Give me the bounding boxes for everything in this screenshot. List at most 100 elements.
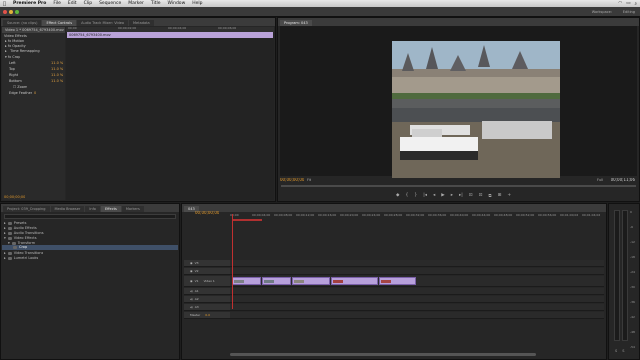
crop-zoom-checkbox[interactable]: ☐ Zoom — [13, 85, 27, 89]
menu-file[interactable]: File — [53, 1, 61, 6]
eye-icon[interactable]: ◉ — [190, 261, 193, 265]
track-v3[interactable]: ◉ V3 — [184, 260, 604, 267]
crop-top-value[interactable]: 11.0 % — [51, 67, 63, 71]
resolution-select[interactable]: Full — [597, 178, 603, 182]
playhead[interactable] — [232, 214, 233, 309]
track-header-v3: ◉ V3 — [184, 260, 230, 266]
menu-window[interactable]: Window — [168, 1, 186, 6]
timeline-ruler-label: 00;00;12;00 — [296, 213, 315, 217]
add-marker-button[interactable]: ◆ — [396, 193, 399, 199]
tab-audio-mixer[interactable]: Audio Track Mixer: Video — [77, 20, 129, 26]
menu-clip[interactable]: Clip — [84, 1, 93, 6]
effect-controls-timecode[interactable]: 00;00;00;00 — [4, 195, 25, 199]
zoom-level-select[interactable]: Fit — [307, 178, 311, 182]
close-window-button[interactable] — [3, 10, 7, 14]
folder-video-effects[interactable]: ▾ Video Effects — [4, 236, 37, 240]
export-frame-button[interactable]: ⧉ — [488, 193, 491, 199]
track-a1[interactable]: ◂) A1 — [184, 288, 604, 295]
folder-audio-effects[interactable]: ▸ Audio Effects — [4, 226, 37, 230]
track-a2[interactable]: ◂) A2 — [184, 296, 604, 303]
crop-bottom-value[interactable]: 11.0 % — [51, 79, 63, 83]
timeline-ruler-label: 00;00;32;00 — [406, 213, 425, 217]
effect-crop[interactable]: ▾ fx Crop — [5, 55, 20, 59]
timeline-ruler[interactable]: 00;00 00;00;04;00 00;00;08;00 00;00;12;00 00… — [230, 213, 604, 219]
ruler-label: 00;00;02;00 — [118, 27, 137, 30]
tab-metadata[interactable]: Metadata — [129, 20, 154, 26]
track-v2[interactable]: ◉ V2 — [184, 268, 604, 275]
speaker-icon[interactable]: ◂) — [190, 305, 193, 309]
speaker-icon[interactable]: ◂) — [190, 289, 193, 293]
folder-lumetri-looks[interactable]: ▸ Lumetri Looks — [4, 256, 38, 260]
app-menu[interactable]: Premiere Pro — [13, 1, 46, 6]
folder-audio-transitions[interactable]: ▸ Audio Transitions — [4, 231, 44, 235]
step-forward-button[interactable]: ▸ — [451, 193, 453, 199]
menu-title[interactable]: Title — [151, 1, 161, 6]
effect-opacity[interactable]: ▸ fx Opacity — [5, 44, 26, 48]
effect-timeline-area[interactable]: 00;00 00;00;02;00 00;00;04;00 00;00;06;0… — [66, 27, 274, 200]
eye-icon[interactable]: ◉ — [190, 269, 193, 273]
video-clip[interactable] — [292, 277, 330, 285]
workspace-select[interactable]: Editing — [623, 10, 635, 14]
tab-project[interactable]: Project: 039_Cropping — [3, 206, 50, 212]
effect-motion[interactable]: ▸ fx Motion — [5, 39, 24, 43]
speaker-icon[interactable]: ◂) — [190, 297, 193, 301]
mark-in-button[interactable]: { — [405, 193, 408, 199]
menu-sequence[interactable]: Sequence — [99, 1, 121, 6]
crop-right-value[interactable]: 11.0 % — [51, 73, 63, 77]
button-editor-button[interactable]: ⊞ — [498, 193, 502, 199]
meter-scale-label: -36 — [630, 300, 635, 304]
program-viewer[interactable] — [280, 26, 637, 178]
play-button[interactable]: ▶ — [441, 193, 444, 199]
work-area-bar[interactable] — [232, 219, 262, 221]
solo-left-button[interactable]: S — [615, 349, 617, 353]
mark-out-button[interactable]: } — [414, 193, 417, 199]
menu-help[interactable]: Help — [192, 1, 202, 6]
program-timecode[interactable]: 00;00;00;00 — [280, 178, 304, 183]
timeline-ruler-label: 00;00;24;00 — [362, 213, 381, 217]
effect-clip-bar[interactable]: 0069754_6793400.mov — [67, 32, 273, 38]
timeline-ruler-label: 00;00;08;00 — [274, 213, 293, 217]
timeline-timecode[interactable]: 00;00;00;00 — [195, 211, 219, 216]
tab-info[interactable]: Info — [85, 206, 100, 212]
go-to-in-button[interactable]: |◂ — [423, 193, 427, 199]
edge-feather-value[interactable]: 0 — [34, 91, 36, 95]
track-master[interactable]: Master 0.0 — [184, 312, 604, 319]
lift-button[interactable]: ⊡ — [469, 193, 473, 199]
video-clip[interactable] — [232, 277, 261, 285]
effect-time-remapping[interactable]: ▸ Time Remapping — [5, 49, 40, 53]
crop-left-label: Left — [9, 61, 16, 65]
track-v1[interactable]: ◉ V1 Video 1 — [184, 276, 604, 287]
effect-crop-item[interactable]: Crop — [13, 245, 27, 249]
video-clip[interactable] — [379, 277, 416, 285]
tab-effect-controls[interactable]: Effect Controls — [42, 20, 77, 26]
title-bar: Workspace: Editing — [0, 7, 640, 17]
tab-markers[interactable]: Markers — [121, 206, 144, 212]
tab-effects[interactable]: Effects — [100, 206, 121, 212]
step-back-button[interactable]: ◂ — [433, 193, 435, 199]
track-a3[interactable]: ◂) A3 — [184, 304, 604, 311]
zoom-window-button[interactable] — [15, 10, 19, 14]
effects-search-input[interactable] — [4, 214, 176, 219]
folder-video-transitions[interactable]: ▸ Video Transitions — [4, 251, 43, 255]
video-frame-image — [392, 41, 560, 178]
crop-left-value[interactable]: 11.0 % — [51, 61, 63, 65]
menu-edit[interactable]: Edit — [68, 1, 77, 6]
project-tabs: Project: 039_Cropping Media Browser Info… — [1, 204, 179, 212]
folder-presets[interactable]: ▸ Presets — [4, 221, 27, 225]
audio-meter-left — [614, 210, 620, 341]
timeline-scrollbar[interactable] — [230, 353, 536, 356]
video-clip[interactable] — [262, 277, 291, 285]
menu-marker[interactable]: Marker — [128, 1, 144, 6]
minimize-window-button[interactable] — [9, 10, 13, 14]
solo-right-button[interactable]: S — [622, 349, 624, 353]
go-to-out-button[interactable]: ▸| — [459, 193, 463, 199]
add-button[interactable]: + — [507, 193, 511, 199]
eye-icon[interactable]: ◉ — [190, 279, 193, 283]
video-clip[interactable] — [331, 277, 378, 285]
apple-icon[interactable]:  — [3, 1, 6, 7]
tab-media-browser[interactable]: Media Browser — [50, 206, 85, 212]
program-scrub-bar[interactable] — [281, 185, 636, 187]
tab-source[interactable]: Source: (no clips) — [3, 20, 42, 26]
timeline-ruler-label: 00;00;28;00 — [384, 213, 403, 217]
extract-button[interactable]: ⊡ — [479, 193, 483, 199]
